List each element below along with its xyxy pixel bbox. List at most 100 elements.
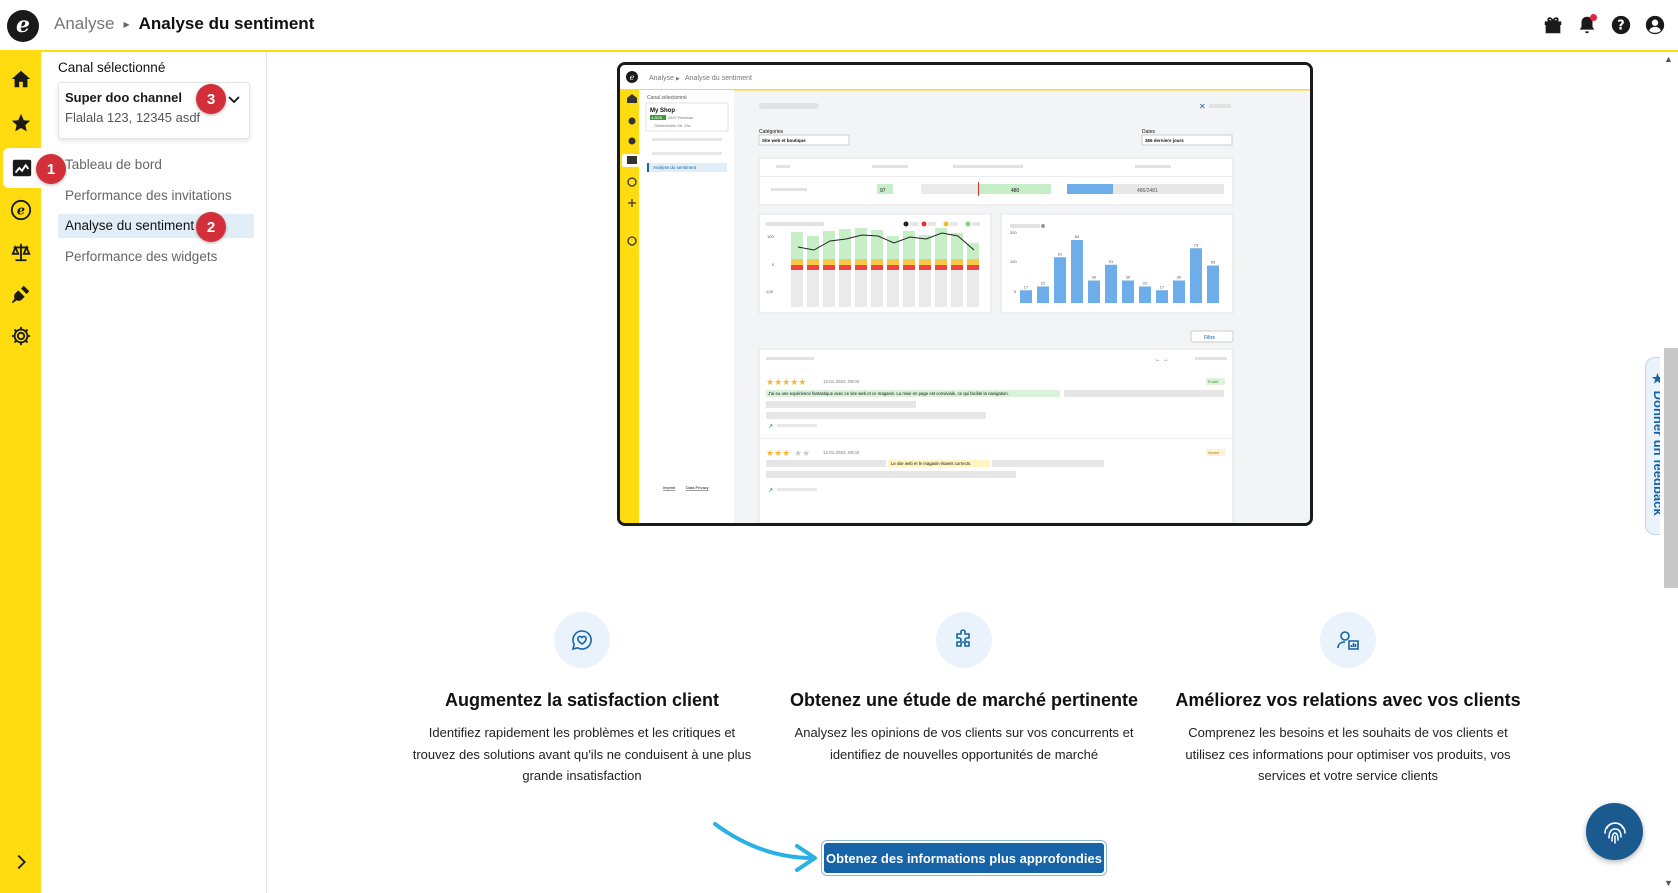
preview-line-chart-bar (807, 270, 819, 307)
preview-line-chart-bar (791, 265, 803, 270)
sentiment-preview-screenshot: e Analyse ▶ Analyse du sentiment Canal s… (617, 62, 1313, 526)
svg-text:-100: -100 (765, 289, 774, 294)
svg-text:Analyse: Analyse (649, 75, 674, 82)
svg-text:Dates: Dates (1142, 129, 1156, 135)
svg-text:97: 97 (880, 188, 886, 194)
settings-gear-icon[interactable] (0, 316, 41, 356)
svg-text:My Shop: My Shop (650, 108, 675, 114)
scroll-down-icon[interactable]: ▼ (1664, 878, 1674, 888)
preview-bar (1190, 248, 1202, 303)
preview-line-chart-bar (855, 228, 867, 259)
preview-bar-label: 51 (1109, 259, 1114, 264)
bell-icon[interactable] (1576, 14, 1598, 36)
svg-text:12.01.2023, 09:02: 12.01.2023, 09:02 (823, 450, 860, 455)
sidebar-item-widgets[interactable]: Performance des widgets (58, 245, 254, 269)
trusted-shops-e-icon[interactable]: e (0, 190, 41, 230)
svg-text:Neutre: Neutre (1208, 451, 1219, 455)
sidebar-item-dashboard[interactable]: Tableau de bord (58, 153, 254, 177)
svg-text:Positif: Positif (1208, 380, 1219, 384)
scales-icon[interactable] (0, 232, 41, 272)
preview-bar-label: 61 (1058, 251, 1063, 256)
preview-line-chart-bar (887, 259, 899, 265)
feature-text: Identifiez rapidement les problèmes et l… (412, 725, 752, 783)
preview-line-chart-bar (919, 265, 931, 270)
preview-bar (1156, 290, 1168, 303)
account-icon[interactable] (1644, 14, 1666, 36)
breadcrumb-parent[interactable]: Analyse (54, 14, 114, 34)
preview-line-chart-bar (791, 259, 803, 265)
plug-icon[interactable] (0, 274, 41, 314)
home-icon[interactable] (0, 59, 41, 99)
svg-text:Catégories: Catégories (759, 129, 784, 135)
preview-line-chart-bar (935, 270, 947, 307)
preview-line-chart-bar (903, 265, 915, 270)
svg-text:e: e (16, 204, 24, 219)
svg-text:Filtre: Filtre (1204, 335, 1215, 341)
preview-bar (1020, 290, 1032, 303)
preview-line-chart-bar (855, 259, 867, 265)
preview-line-chart-bar (935, 265, 947, 270)
preview-bar (1071, 240, 1083, 303)
svg-text:486/2481: 486/2481 (1137, 188, 1158, 194)
scrollbar-thumb[interactable] (1664, 348, 1678, 588)
svg-text:200: 200 (1010, 230, 1017, 235)
preview-bar-label: 17 (1024, 284, 1029, 289)
breadcrumb: Analyse ▶ Analyse du sentiment (54, 14, 314, 34)
preview-bar-label: 73 (1194, 242, 1199, 247)
step-badge-2: 2 (196, 212, 226, 242)
preview-line-chart-bar (807, 236, 819, 259)
preview-bar-label: 50 (1211, 260, 1216, 265)
svg-text:e: e (630, 73, 635, 82)
svg-text:Canal sélectionné: Canal sélectionné (647, 95, 687, 101)
svg-text:Imprint: Imprint (663, 485, 676, 490)
svg-text:Analyse du sentiment: Analyse du sentiment (685, 75, 752, 82)
expand-chevron-icon[interactable] (0, 842, 41, 882)
preview-line-chart-bar (951, 265, 963, 270)
puzzle-icon (936, 612, 992, 668)
preview-bar (1105, 264, 1117, 303)
step-badge-3: 3 (196, 84, 226, 114)
scroll-up-icon[interactable]: ▲ (1664, 54, 1674, 64)
preview-line-chart-bar (839, 229, 851, 259)
preview-bar-label: 17 (1160, 284, 1165, 289)
preview-line-chart-bar (823, 231, 835, 259)
svg-text:Data Privacy: Data Privacy (686, 485, 709, 490)
channel-label: Canal sélectionné (58, 60, 166, 75)
help-icon[interactable]: ? (1610, 14, 1632, 36)
sidebar-item-invitations[interactable]: Performance des invitations (58, 184, 254, 208)
preview-line-chart-bar (951, 233, 963, 259)
svg-text:★★: ★★ (794, 448, 810, 458)
feature-title: Augmentez la satisfaction client (444, 690, 720, 710)
preview-bar (1088, 280, 1100, 303)
step-badge-1: 1 (36, 154, 66, 184)
preview-line-chart-bar (935, 228, 947, 259)
svg-text:↗: ↗ (768, 488, 773, 494)
gift-icon[interactable] (1542, 14, 1564, 36)
preview-line-chart-bar (967, 259, 979, 265)
star-icon[interactable] (0, 103, 41, 143)
preview-line-chart-bar (951, 270, 963, 307)
breadcrumb-separator-icon: ▶ (123, 19, 130, 29)
preview-line-chart-bar (823, 265, 835, 270)
preview-bar-label: 30 (1177, 275, 1182, 280)
svg-text:★★★: ★★★ (766, 448, 790, 458)
preview-line-chart-bar (903, 231, 915, 259)
notification-dot (1590, 14, 1597, 21)
preview-bar-label: 84 (1075, 234, 1080, 239)
fingerprint-chat-button[interactable] (1586, 803, 1643, 860)
get-insights-button[interactable]: Obtenez des informations plus approfondi… (824, 843, 1104, 873)
preview-line-chart-bar (887, 270, 899, 307)
preview-line-chart-bar (791, 232, 803, 259)
scrollbar[interactable]: ▲ ▼ (1660, 52, 1678, 893)
svg-text:100: 100 (1010, 259, 1017, 264)
chevron-down-icon (228, 96, 240, 104)
svg-text:Analyse du sentiment: Analyse du sentiment (653, 165, 697, 170)
trusted-shops-logo[interactable]: e (7, 10, 39, 42)
preview-line-chart-bar (935, 259, 947, 265)
preview-line-chart-bar (855, 265, 867, 270)
svg-text:2847 Reviews: 2847 Reviews (668, 115, 693, 120)
preview-line-chart-bar (855, 270, 867, 307)
svg-text:Site web et boutique: Site web et boutique (762, 138, 806, 143)
preview-line-chart-bar (871, 265, 883, 270)
feature-text: Analysez les opinions de vos clients sur… (794, 725, 1134, 762)
